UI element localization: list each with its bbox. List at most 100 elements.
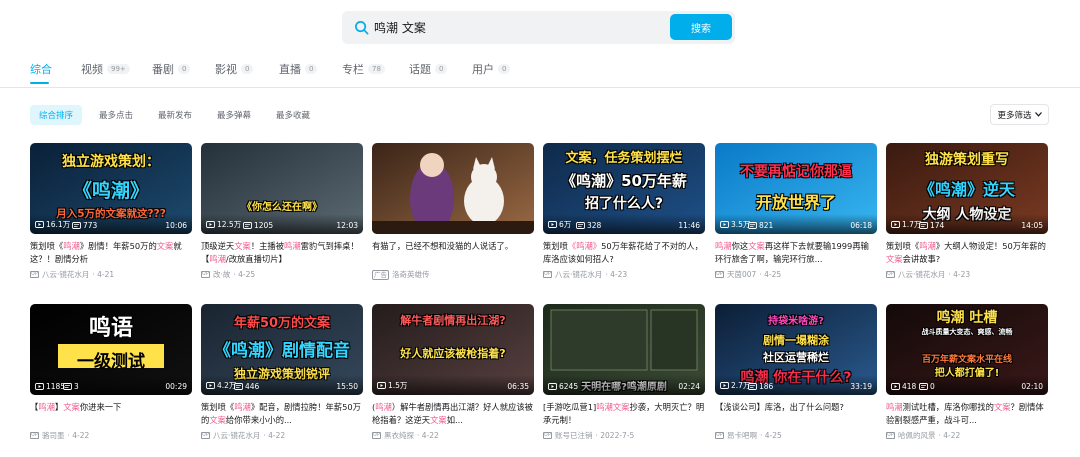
video-title[interactable]: 策划喷《鸣潮》大纲人物设定！50万年薪的文案会讲故事? [886,240,1048,266]
tab-6[interactable]: 话题 0 [409,61,448,77]
video-thumbnail[interactable]: 文案，任务策划摆烂 《鸣潮》50万年薪 招了什么人? 6万 328 11:46 [543,143,705,234]
sort-option-4[interactable]: 最多收藏 [269,105,317,125]
title-text: 策划喷《 [201,402,235,412]
video-meta: UP 昂卡吧啊 · 4-25 [715,430,877,441]
video-title[interactable]: 鸣潮测试吐槽，库洛你哪找的文案？剧情体验割裂感严重，战斗可... [886,401,1048,427]
video-card[interactable]: 文案，任务策划摆烂 《鸣潮》50万年薪 招了什么人? 6万 328 11:46 策划喷《鸣潮… [543,143,705,283]
video-card[interactable]: 鸣语 一级测试 1185 3 00:29 【鸣潮】文案你进来一下 UP 骆司墨 · 4-22 [30,304,192,444]
tab-4[interactable]: 直播 0 [279,61,318,77]
tab-1[interactable]: 视频 99+ [81,61,130,77]
uploader-name[interactable]: 骆司墨 [42,430,65,441]
tab-0[interactable]: 综合 [30,61,52,77]
tab-5[interactable]: 专栏 78 [342,61,385,77]
thumbnail-caption: 《你怎么还在啊》 [242,202,322,213]
thumbnail-caption: 招了什么人? [584,196,664,212]
video-card[interactable]: 年薪50万的文案 《鸣潮》剧情配音 独立游戏策划锐评 4.2万 446 15:50 策划喷《… [201,304,363,444]
video-card[interactable]: 独立游戏策划：《鸣潮》月入5万的文案就这???16.1万77310:06 策划喷《… [30,143,192,283]
keyword-highlight: 鸣潮 [234,402,251,412]
tab-label: 影视 [215,63,237,76]
tab-count-badge: 99+ [107,64,130,74]
tab-3[interactable]: 影视 0 [215,61,254,77]
video-thumbnail[interactable]: 天明在哪?鸣潮原剧624502:24 [543,304,705,395]
video-card[interactable]: 解牛者剧情再出江湖? 好人就应该被枪指着? 1.5万 06:35 (鸣潮）解牛者剧情再出… [372,304,534,444]
video-title[interactable]: 有猫了，已经不想和没猫的人说话了。 [372,240,534,266]
video-card[interactable]: 《你怎么还在啊》 12.5万 1205 12:03 顶级逆天文案！主播被鸣潮雷豹气到摔桌… [201,143,363,283]
keyword-highlight: 文案 [612,402,630,412]
tab-count-badge: 0 [241,64,254,74]
video-title[interactable]: 顶级逆天文案！主播被鸣潮雷豹气到摔桌！【鸣潮/改放直播切片】 [201,240,363,266]
keyword-highlight: 鸣潮 [886,402,903,412]
uploader-icon: UP [543,432,552,439]
video-title[interactable]: 【浅谈公司】库洛，出了什么问题? [715,401,877,427]
search-input[interactable] [374,17,664,38]
view-count: 4.2万 [206,380,236,391]
video-thumbnail[interactable]: 鸣潮 吐槽 战斗质量大变态、爽感、流畅 百万年薪文案水平在线 把人都打偏了! 418 0 0… [886,304,1048,395]
uploader-name[interactable]: 改·故 [213,269,230,280]
keyword-highlight: 文案 [156,241,174,251]
keyword-highlight: 文案 [63,402,80,412]
play-count-icon [548,383,557,390]
sort-option-1[interactable]: 最多点击 [92,105,140,125]
sort-option-2[interactable]: 最新发布 [151,105,199,125]
thumbnail-caption: 年薪50万的文案 [233,316,331,331]
video-card[interactable]: 有猫了，已经不想和没猫的人说话了。 广告 洛奇英雄传 [372,143,534,283]
uploader-name[interactable]: 八云·镜花水月 [555,269,602,280]
keyword-highlight: 文案 [748,241,765,251]
video-title[interactable]: 策划喷《鸣潮》50万年薪花给了不对的人，库洛应该如何招人? [543,240,705,266]
video-thumbnail[interactable]: 不要再惦记你那逼 开放世界了 3.5万 821 06:18 [715,143,877,234]
tab-count-badge: 0 [305,64,318,74]
video-thumbnail[interactable]: 持袋米啥游?剧情一塌糊涂社区运营稀烂鸣潮 你在干什么?2.7万18633:19 [715,304,877,395]
title-text: 策划喷 [543,241,568,251]
uploader-name[interactable]: 账号已注销 [555,430,593,441]
title-text: 】 [54,402,64,412]
uploader-name[interactable]: 八云·镜花水月 [213,430,260,441]
publish-date: · 4-22 [938,431,961,440]
video-card[interactable]: 不要再惦记你那逼 开放世界了 3.5万 821 06:18 鸣潮你这文案再这样下去就要输1… [715,143,877,283]
video-thumbnail[interactable]: 鸣语 一级测试 1185 3 00:29 [30,304,192,395]
video-card[interactable]: 独游策划重写《鸣潮》逆天大纲 人物设定1.7万17414:05 策划喷《鸣潮》大纲… [886,143,1048,283]
thumbnail-caption: 持袋米啥游? [768,316,824,327]
video-card[interactable]: 天明在哪?鸣潮原剧624502:24 [手游吃瓜营1]鸣潮文案抄袭，大明灭亡？明承… [543,304,705,444]
danmaku-count: 328 [576,221,601,230]
danmaku-icon [243,222,252,229]
view-count: 6245 [548,382,578,391]
uploader-name[interactable]: 昂卡吧啊 [727,430,757,441]
uploader-name[interactable]: 黑衣纯探 [384,430,414,441]
keyword-highlight: 鸣潮 [63,241,80,251]
thumbnail-caption: 解牛者剧情再出江湖? [400,314,506,327]
video-title[interactable]: (鸣潮）解牛者剧情再出江湖？好人就应该被枪指着？这逆天文案如... [372,401,534,427]
video-title[interactable]: 【鸣潮】文案你进来一下 [30,401,192,427]
tab-2[interactable]: 番剧 0 [152,61,191,77]
publish-date: · 4-21 [92,270,115,279]
view-count-value: 1.5万 [388,381,408,390]
uploader-name[interactable]: 八云·镜花水月 [898,269,945,280]
video-title[interactable]: [手游吃瓜营1]鸣潮文案抄袭，大明灭亡？明承元制！ [543,401,705,427]
tab-7[interactable]: 用户 0 [472,61,511,77]
video-title[interactable]: 策划喷《鸣潮》配音，剧情拉胯！年薪50万的文案给你带来小小的... [201,401,363,427]
sort-option-3[interactable]: 最多弹幕 [210,105,258,125]
play-count-icon [35,221,44,228]
uploader-name[interactable]: 哈佩的风景 [898,430,936,441]
video-duration: 00:29 [165,382,187,391]
danmaku-count-value: 3 [74,382,79,391]
uploader-name[interactable]: 八云·镜花水月 [42,269,89,280]
publish-date: · 2022-7-5 [595,431,635,440]
video-thumbnail[interactable]: 独游策划重写《鸣潮》逆天大纲 人物设定1.7万17414:05 [886,143,1048,234]
search-button[interactable]: 搜索 [670,14,732,40]
video-thumbnail[interactable]: 解牛者剧情再出江湖? 好人就应该被枪指着? 1.5万 06:35 [372,304,534,395]
video-title[interactable]: 策划喷《鸣潮》剧情！年薪50万的文案就这？！剧情分析 [30,240,192,266]
uploader-name[interactable]: 天茵007 [727,269,756,280]
play-count-icon [377,382,386,389]
video-thumbnail[interactable]: 年薪50万的文案 《鸣潮》剧情配音 独立游戏策划锐评 4.2万 446 15:50 [201,304,363,395]
video-thumbnail[interactable]: 独立游戏策划：《鸣潮》月入5万的文案就这???16.1万77310:06 [30,143,192,234]
video-card[interactable]: 鸣潮 吐槽 战斗质量大变态、爽感、流畅 百万年薪文案水平在线 把人都打偏了! 418 0 0… [886,304,1048,444]
uploader-name[interactable]: 洛奇英雄传 [392,269,430,280]
video-thumbnail[interactable] [372,143,534,234]
more-filters-button[interactable]: 更多筛选 [990,104,1049,125]
video-thumbnail[interactable]: 《你怎么还在啊》 12.5万 1205 12:03 [201,143,363,234]
video-card[interactable]: 持袋米啥游?剧情一塌糊涂社区运营稀烂鸣潮 你在干什么?2.7万18633:19 【… [715,304,877,444]
keyword-highlight: 鸣潮 [209,254,226,264]
keyword-highlight: 文案 [886,254,903,264]
video-title[interactable]: 鸣潮你这文案再这样下去就要输1999再输环行旅舍了啊，输完环行旅... [715,240,877,266]
sort-option-0[interactable]: 综合排序 [30,105,82,125]
